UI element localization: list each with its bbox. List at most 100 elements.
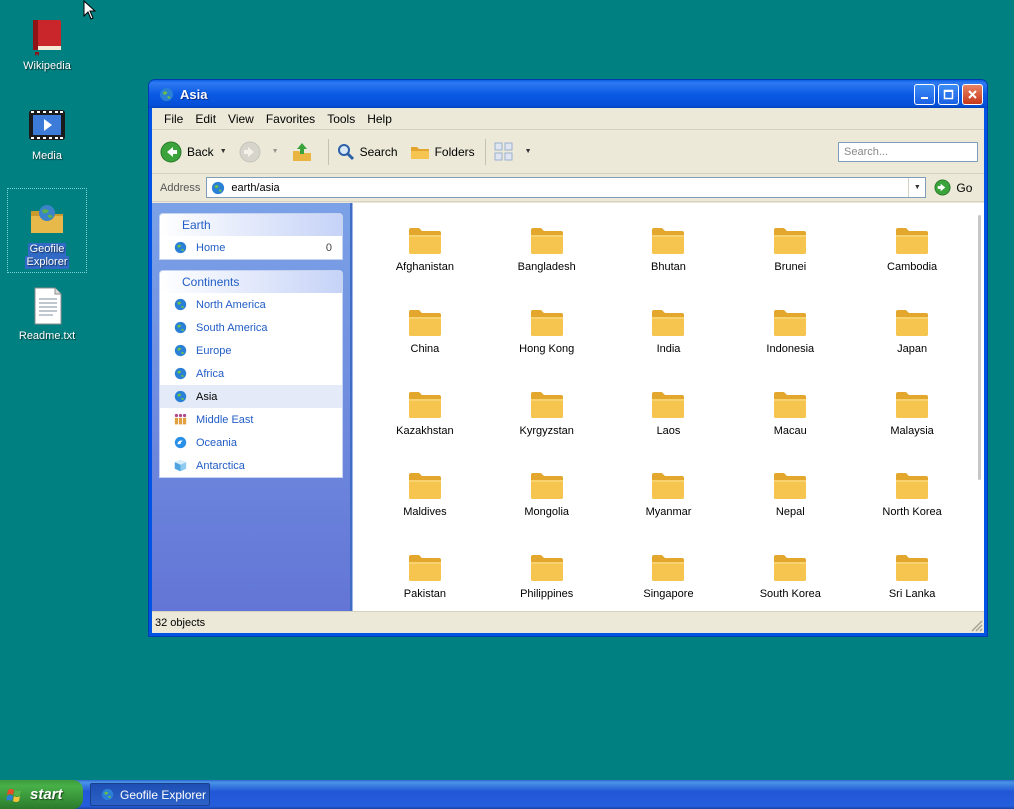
back-button[interactable]: Back ▼ — [160, 141, 227, 163]
status-bar: 32 objects — [152, 611, 984, 633]
folder-item[interactable]: Kyrgyzstan — [486, 389, 608, 471]
folder-item[interactable]: Laos — [608, 389, 730, 471]
taskpane-item-antarctica[interactable]: Antarctica — [160, 454, 342, 477]
search-input[interactable]: Search... — [838, 142, 978, 162]
folder-icon — [530, 309, 563, 336]
globe-icon — [174, 390, 187, 403]
taskpane-item-label: Middle East — [196, 413, 254, 426]
folder-item[interactable]: Cambodia — [851, 225, 973, 307]
folder-label: Japan — [897, 342, 928, 355]
folder-item[interactable]: South Korea — [729, 552, 851, 611]
folder-label: Nepal — [775, 506, 805, 519]
folder-icon — [652, 391, 685, 418]
minimize-button[interactable] — [914, 83, 935, 105]
folder-item[interactable]: Bhutan — [608, 225, 730, 307]
folder-label: Indonesia — [766, 342, 815, 355]
desktop-icon-label-line2: Explorer — [24, 256, 70, 269]
folder-item[interactable]: Macau — [729, 389, 851, 471]
taskpane-item-africa[interactable]: Africa — [160, 362, 342, 385]
close-button[interactable] — [962, 83, 983, 105]
folder-label: Singapore — [643, 588, 694, 601]
taskpane-item-home[interactable]: Home 0 — [160, 236, 342, 259]
views-dropdown-icon[interactable]: ▼ — [525, 148, 532, 155]
menu-view[interactable]: View — [222, 112, 260, 126]
forward-dropdown-icon[interactable]: ▼ — [272, 148, 279, 155]
folders-icon — [410, 146, 429, 159]
up-folder-button[interactable] — [291, 141, 318, 163]
taskbar-item-label: Geofile Explorer — [120, 787, 207, 802]
folder-item[interactable]: Brunei — [729, 225, 851, 307]
folder-item[interactable]: Nepal — [729, 470, 851, 552]
desktop-icon-readme[interactable]: Readme.txt — [7, 286, 87, 343]
start-label: start — [30, 786, 63, 803]
vertical-scrollbar[interactable] — [978, 215, 981, 480]
folder-icon — [408, 391, 441, 418]
globe-icon — [101, 788, 114, 801]
windows-flag-icon — [6, 788, 21, 802]
maximize-button[interactable] — [938, 83, 959, 105]
folder-item[interactable]: Singapore — [608, 552, 730, 611]
folder-item[interactable]: North Korea — [851, 470, 973, 552]
taskpane-item-europe[interactable]: Europe — [160, 339, 342, 362]
globe-icon — [174, 321, 187, 334]
menu-favorites[interactable]: Favorites — [260, 112, 321, 126]
address-dropdown-icon[interactable]: ▼ — [908, 178, 925, 197]
go-button[interactable]: Go — [934, 179, 972, 196]
desktop-icon-geofile-explorer[interactable]: Geofile Explorer — [7, 188, 87, 273]
folder-item[interactable]: Afghanistan — [364, 225, 486, 307]
folders-button[interactable]: Folders — [410, 144, 475, 160]
taskpane-item-middle-east[interactable]: Middle East — [160, 408, 342, 431]
folder-item[interactable]: Japan — [851, 307, 973, 389]
folder-grid: Afghanistan Bangladesh Bhutan Brunei Cambodi… — [353, 203, 984, 611]
folder-icon — [774, 555, 807, 582]
status-text: 32 objects — [155, 616, 206, 629]
address-label: Address — [160, 181, 201, 194]
folder-item[interactable]: India — [608, 307, 730, 389]
folder-icon — [408, 228, 441, 254]
search-button[interactable]: Search — [337, 143, 398, 161]
taskpane-item-north-america[interactable]: North America — [160, 293, 342, 316]
desktop-icon-media[interactable]: Media — [7, 106, 87, 163]
earth-panel-header[interactable]: Earth — [160, 214, 342, 236]
folder-item[interactable]: Hong Kong — [486, 307, 608, 389]
folder-item[interactable]: China — [364, 307, 486, 389]
globe-icon — [174, 298, 187, 311]
globe-icon — [174, 344, 187, 357]
desktop-icon-wikipedia[interactable]: Wikipedia — [7, 16, 87, 73]
taskpane-item-south-america[interactable]: South America — [160, 316, 342, 339]
menu-help[interactable]: Help — [361, 112, 398, 126]
address-input[interactable]: earth/asia ▼ — [206, 177, 927, 198]
folder-icon — [652, 555, 685, 582]
folder-item[interactable]: Kazakhstan — [364, 389, 486, 471]
forward-button[interactable]: ▼ — [239, 141, 279, 163]
folder-label: Laos — [656, 424, 681, 437]
folder-item[interactable]: Pakistan — [364, 552, 486, 611]
back-dropdown-icon[interactable]: ▼ — [220, 148, 227, 155]
taskpane-item-asia[interactable]: Asia — [160, 385, 342, 408]
resize-grip-icon[interactable] — [969, 618, 983, 632]
folder-item[interactable]: Indonesia — [729, 307, 851, 389]
menu-file[interactable]: File — [158, 112, 189, 126]
taskpane-item-label: North America — [196, 298, 266, 311]
folder-icon — [408, 555, 441, 582]
folder-label: Maldives — [403, 506, 447, 519]
folder-item[interactable]: Sri Lanka — [851, 552, 973, 611]
folder-label: Philippines — [520, 588, 574, 601]
folder-label: China — [410, 342, 440, 355]
folder-item[interactable]: Bangladesh — [486, 225, 608, 307]
window-titlebar[interactable]: Asia — [149, 80, 987, 108]
folder-item[interactable]: Philippines — [486, 552, 608, 611]
folder-item[interactable]: Myanmar — [608, 470, 730, 552]
folder-item[interactable]: Mongolia — [486, 470, 608, 552]
folder-item[interactable]: Malaysia — [851, 389, 973, 471]
views-button[interactable]: ▼ — [494, 142, 532, 162]
menu-edit[interactable]: Edit — [189, 112, 222, 126]
folder-label: Macau — [773, 424, 807, 437]
menu-tools[interactable]: Tools — [321, 112, 361, 126]
taskbar-item-geofile-explorer[interactable]: Geofile Explorer — [90, 783, 210, 806]
continents-panel-header[interactable]: Continents — [160, 271, 342, 293]
taskpane-item-oceania[interactable]: Oceania — [160, 431, 342, 454]
start-button[interactable]: start — [0, 780, 83, 809]
film-icon — [29, 110, 65, 140]
folder-item[interactable]: Maldives — [364, 470, 486, 552]
